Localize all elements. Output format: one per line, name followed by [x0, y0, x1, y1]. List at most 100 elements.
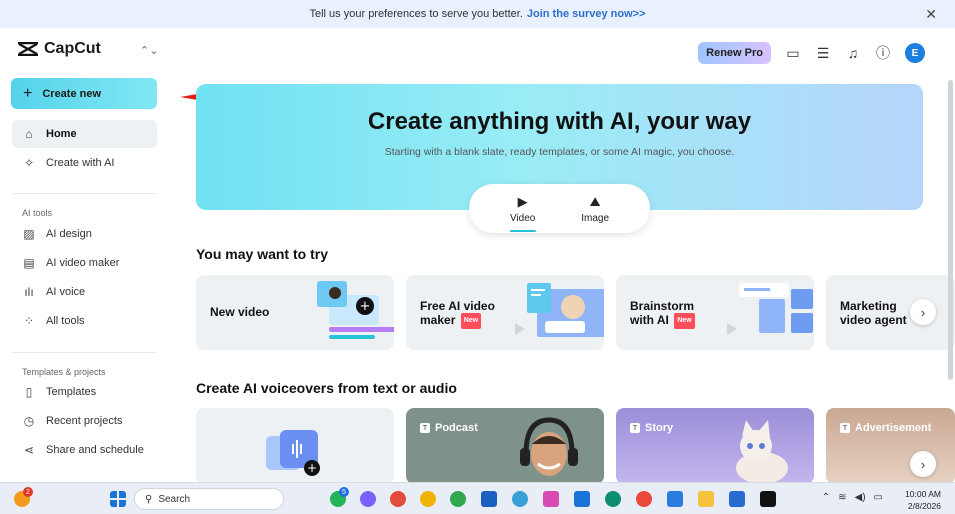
divider: [12, 352, 157, 353]
sidebar-item-label: AI voice: [46, 286, 86, 298]
sidebar-item-ai-video-maker[interactable]: ▤ AI video maker: [12, 249, 157, 277]
sidebar-item-templates[interactable]: ▯ Templates: [12, 378, 157, 406]
card-new-video[interactable]: New video +: [196, 275, 394, 350]
capcut-logo[interactable]: CapCut: [18, 40, 101, 58]
file-explorer-icon[interactable]: [698, 491, 714, 507]
time: 10:00 AM: [905, 489, 941, 499]
ai-video-maker-illustration: [515, 283, 604, 337]
plus-icon: +: [23, 84, 33, 102]
photos-icon[interactable]: [729, 491, 745, 507]
windows-start-icon[interactable]: [110, 491, 126, 507]
sidebar-item-ai-design[interactable]: ▨ AI design: [12, 220, 157, 248]
survey-link[interactable]: Join the survey now>>: [527, 8, 646, 20]
tag-label: Podcast: [435, 422, 478, 434]
clock-icon: ◷: [23, 414, 35, 428]
snipping-tool-icon[interactable]: [543, 491, 559, 507]
banner-text: Tell us your preferences to serve you be…: [309, 8, 523, 20]
share-icon: ⋖: [23, 443, 35, 457]
edge-icon[interactable]: [512, 491, 528, 507]
screen-record-icon[interactable]: ▭: [785, 45, 801, 61]
avatar[interactable]: E: [905, 43, 925, 63]
card-label-line2: maker: [420, 313, 456, 328]
taskbar-search[interactable]: ⚲ Search: [134, 488, 284, 510]
tag-label: Story: [645, 422, 674, 434]
card-label-line2: with AI: [630, 313, 669, 328]
sidebar-item-recent-projects[interactable]: ◷ Recent projects: [12, 407, 157, 435]
card-label: Free AI video maker New: [420, 299, 495, 329]
tab-image[interactable]: ⛰ Image: [581, 194, 609, 224]
battery-icon[interactable]: ▭: [874, 492, 883, 503]
new-badge: New: [674, 313, 695, 329]
film-icon: ▤: [23, 256, 35, 270]
card-label: New video: [210, 305, 270, 319]
home-icon: ⌂: [25, 127, 33, 141]
tag-label: Advertisement: [855, 422, 932, 434]
chevron-up-icon[interactable]: ⌃: [822, 492, 830, 503]
sidebar-item-label: Home: [46, 128, 77, 140]
sidebar-item-home[interactable]: ⌂ Home: [12, 120, 157, 148]
bell-icon[interactable]: ♫: [845, 45, 861, 61]
grid-icon: ⁘: [23, 314, 35, 328]
card-brainstorm-with-ai[interactable]: Brainstorm with AI New: [616, 275, 814, 350]
help-icon[interactable]: ⓘ: [875, 45, 891, 61]
card-podcast[interactable]: T Podcast: [406, 408, 604, 484]
close-icon[interactable]: ✕: [925, 6, 937, 23]
sidebar: CapCut ⌃⌄ + Create new ⌂ Home ✧ Create w…: [0, 28, 172, 482]
sidebar-item-label: Recent projects: [46, 415, 123, 427]
chevron-right-icon[interactable]: ›: [910, 299, 936, 325]
card-advertisement[interactable]: T Advertisement: [826, 408, 955, 484]
capcut-taskbar-icon[interactable]: [760, 491, 776, 507]
tab-video[interactable]: ▶ Video: [509, 194, 537, 232]
new-video-illustration: +: [317, 281, 394, 339]
chrome-alt-icon[interactable]: [450, 491, 466, 507]
sidebar-item-ai-voice[interactable]: ılı AI voice: [12, 278, 157, 306]
svg-text:+: +: [360, 299, 371, 314]
system-clock[interactable]: 10:00 AM 2/8/2026: [905, 488, 941, 512]
chrome-profile-icon[interactable]: [420, 491, 436, 507]
tag-icon: T: [840, 423, 850, 433]
sidebar-item-label: Create with AI: [46, 157, 115, 169]
whatsapp-count-badge: 5: [339, 487, 349, 497]
voice-upload-illustration: +: [266, 430, 320, 476]
capcut-logo-icon: [18, 42, 38, 56]
image-edit-icon: ▨: [23, 227, 35, 241]
tag-icon: T: [630, 423, 640, 433]
calendar-icon[interactable]: [667, 491, 683, 507]
logo-text: CapCut: [44, 40, 101, 57]
templates-projects-heading: Templates & projects: [22, 367, 106, 377]
chrome-beta-icon[interactable]: [636, 491, 652, 507]
create-new-button[interactable]: + Create new: [11, 78, 157, 109]
sidebar-item-share-schedule[interactable]: ⋖ Share and schedule: [12, 436, 157, 464]
store-icon[interactable]: [481, 491, 497, 507]
speaker-icon[interactable]: ◀): [855, 492, 866, 503]
try-heading: You may want to try: [196, 246, 328, 262]
chrome-icon[interactable]: [390, 491, 406, 507]
hero-subtitle: Starting with a blank slate, ready templ…: [384, 146, 735, 158]
stack-icon[interactable]: ☰: [815, 45, 831, 61]
sidebar-item-label: AI design: [46, 228, 92, 240]
app-icon[interactable]: [574, 491, 590, 507]
system-tray: ⌃ ≋ ◀) ▭: [822, 492, 883, 503]
top-actions: Renew Pro ▭ ☰ ♫ ⓘ E: [698, 42, 925, 64]
renew-pro-button[interactable]: Renew Pro: [698, 42, 771, 64]
card-story[interactable]: T Story: [616, 408, 814, 484]
wifi-icon[interactable]: ≋: [838, 492, 846, 503]
card-label: Brainstorm with AI New: [630, 299, 695, 329]
copilot-icon[interactable]: [360, 491, 376, 507]
sidebar-item-all-tools[interactable]: ⁘ All tools: [12, 307, 157, 335]
sidebar-item-label: Share and schedule: [46, 444, 144, 456]
workspace-switch-icon[interactable]: ⌃⌄: [140, 44, 158, 57]
podcast-tag: T Podcast: [420, 422, 478, 434]
scrollbar-thumb[interactable]: [948, 80, 953, 380]
sidebar-item-create-with-ai[interactable]: ✧ Create with AI: [12, 149, 157, 177]
sidebar-item-label: Templates: [46, 386, 97, 398]
chevron-right-icon[interactable]: ›: [910, 451, 936, 477]
voiceover-heading: Create AI voiceovers from text or audio: [196, 380, 457, 396]
svg-text:+: +: [307, 461, 317, 475]
card-voice-upload[interactable]: +: [196, 408, 394, 484]
card-label-line1: Brainstorm: [630, 299, 695, 313]
sidebar-item-label: AI video maker: [46, 257, 120, 269]
card-free-ai-video-maker[interactable]: Free AI video maker New: [406, 275, 604, 350]
search-label: Search: [158, 493, 191, 505]
edge-dev-icon[interactable]: [605, 491, 621, 507]
